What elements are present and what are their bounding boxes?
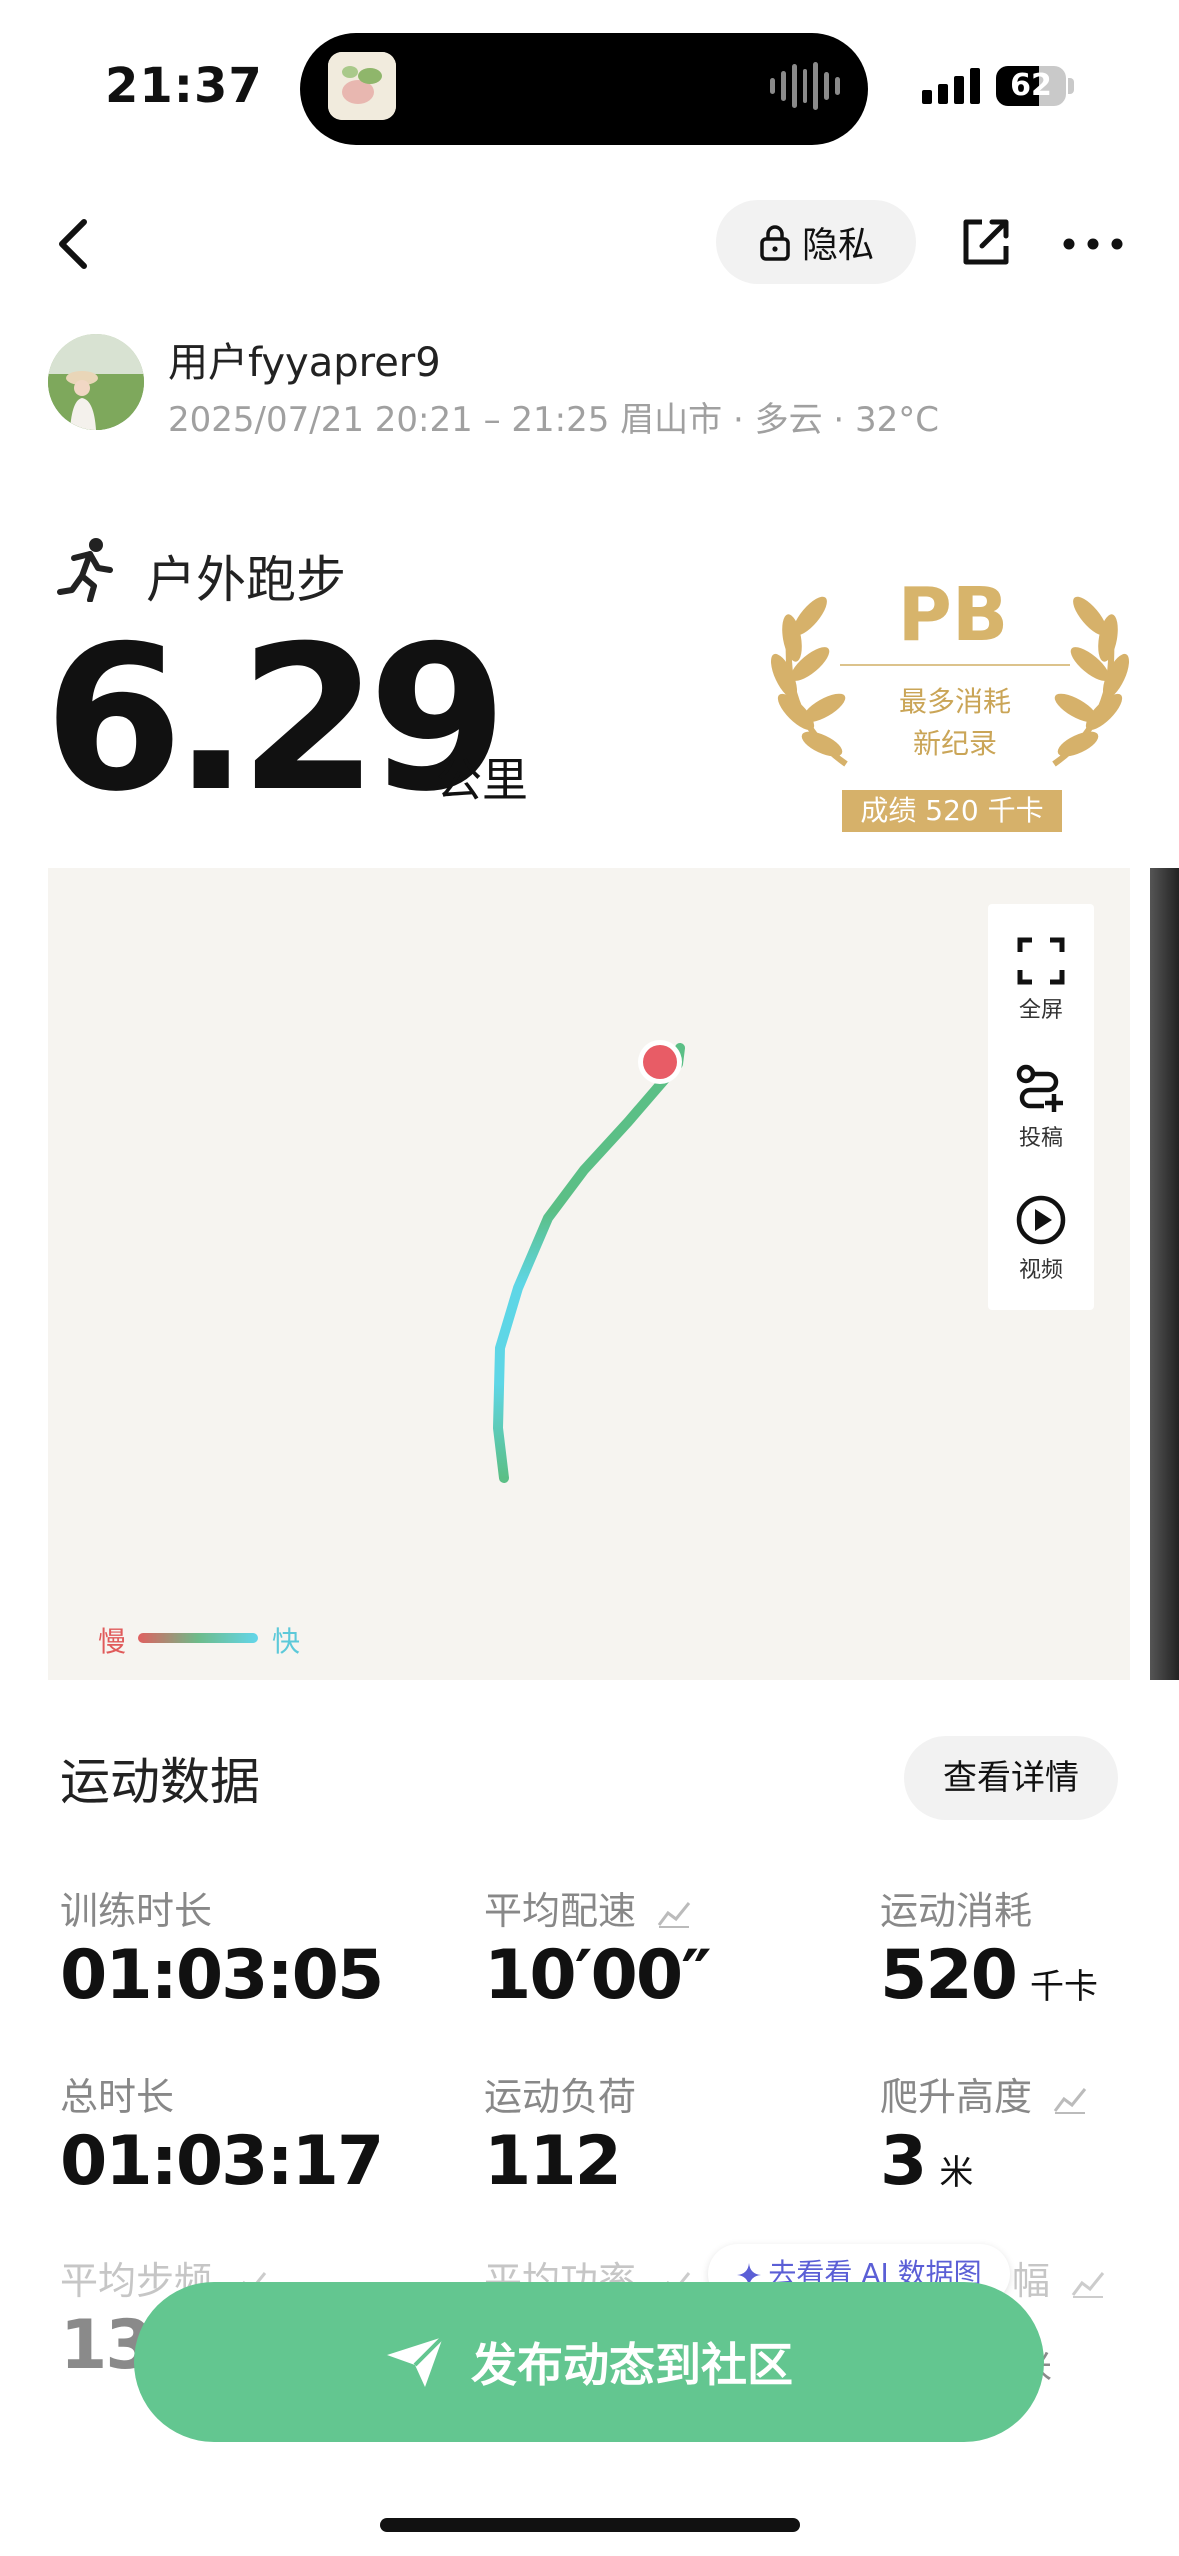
- stat-label[interactable]: 幅: [1012, 2250, 1106, 2305]
- privacy-button[interactable]: 隐私: [716, 200, 916, 284]
- chevron-left-icon: [59, 219, 87, 269]
- stat-label: 运动负荷: [484, 2075, 637, 2119]
- fullscreen-button[interactable]: 全屏: [988, 936, 1094, 1024]
- stat-label[interactable]: 爬升高度: [880, 2066, 1088, 2121]
- battery-cap: [1068, 78, 1074, 94]
- more-dots-icon: [1063, 238, 1123, 250]
- distance-unit: 公里: [436, 753, 528, 807]
- route-map[interactable]: [48, 868, 1130, 1680]
- pb-divider: [840, 664, 1070, 666]
- section-title: 运动数据: [60, 1753, 260, 1811]
- more-button[interactable]: [1062, 236, 1124, 255]
- privacy-label: 隐私: [801, 225, 874, 266]
- stat-label: 运动消耗: [880, 1889, 1033, 1933]
- stat-value: 3米: [880, 2122, 974, 2201]
- stat-value: 520 千卡: [880, 1936, 1098, 2015]
- fullscreen-icon: [1017, 937, 1065, 985]
- username[interactable]: 用户fyyaprer9: [168, 330, 441, 388]
- lock-icon: [760, 225, 790, 261]
- battery-percent: 62: [1010, 68, 1052, 103]
- pb-subtitle-2: 新纪录: [912, 727, 997, 760]
- publish-label: 发布动态到社区: [471, 2338, 793, 2392]
- send-icon: [387, 2335, 445, 2387]
- battery-icon: 62: [996, 66, 1066, 106]
- home-indicator[interactable]: [380, 2518, 800, 2532]
- trend-chart-icon: [1071, 2271, 1105, 2298]
- legend-slow: 慢: [98, 1625, 127, 1658]
- submit-label: 投稿: [1018, 1126, 1063, 1151]
- stat-value: 112: [484, 2122, 622, 2201]
- submit-button[interactable]: 投稿: [988, 1064, 1094, 1152]
- stat-label: 总时长: [60, 2075, 175, 2119]
- trend-chart-icon: [1053, 2087, 1087, 2114]
- pb-subtitle-1: 最多消耗: [898, 685, 1011, 718]
- stat-label[interactable]: 平均配速: [484, 1880, 692, 1935]
- activity-meta: 2025/07/21 20:21 – 21:25 眉山市 · 多云 · 32°C: [168, 400, 940, 440]
- now-playing-artwork[interactable]: [328, 52, 396, 120]
- next-card-peek: [1150, 868, 1179, 1680]
- stat-value: 01:03:05: [60, 1936, 384, 2015]
- video-button[interactable]: 视频: [988, 1194, 1094, 1284]
- pb-score: 成绩 520 千卡: [842, 790, 1062, 832]
- stat-value: 01:03:17: [60, 2122, 384, 2201]
- distance-value: 6.29: [44, 603, 507, 836]
- cellular-signal-icon: [922, 64, 980, 104]
- fullscreen-label: 全屏: [1018, 998, 1063, 1023]
- share-button[interactable]: [958, 214, 1014, 274]
- route-path: [493, 1040, 685, 1483]
- play-circle-icon: [1016, 1195, 1066, 1245]
- share-icon: [963, 219, 1009, 265]
- publish-to-community-button[interactable]: 发布动态到社区: [134, 2282, 1044, 2442]
- status-time: 21:37: [105, 58, 263, 114]
- audio-wave-icon: [770, 60, 841, 112]
- stat-label: 训练时长: [60, 1889, 213, 1933]
- video-label: 视频: [1018, 1258, 1063, 1283]
- back-button[interactable]: [52, 214, 92, 278]
- legend-fast: 快: [272, 1625, 301, 1658]
- avatar[interactable]: [48, 334, 144, 430]
- activity-type: 户外跑步: [146, 551, 346, 609]
- view-details-button[interactable]: 查看详情: [904, 1736, 1118, 1820]
- stat-value: 10′00″: [484, 1936, 712, 2015]
- map-toolbar: 全屏 投稿 视频: [988, 904, 1094, 1310]
- pb-title: PB: [897, 572, 1009, 658]
- running-icon: [56, 536, 116, 606]
- trend-chart-icon: [657, 1901, 691, 1928]
- route-submit-icon: [1016, 1064, 1063, 1112]
- speed-legend-bar: [138, 1633, 258, 1643]
